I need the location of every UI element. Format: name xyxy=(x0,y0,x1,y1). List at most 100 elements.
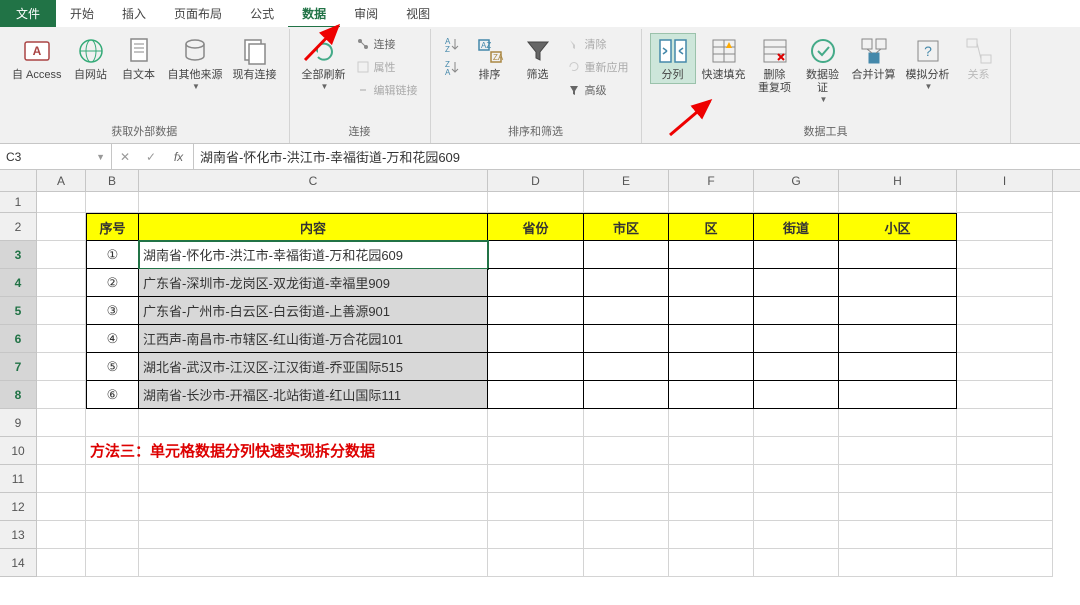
cell-B12[interactable] xyxy=(86,493,139,521)
row-header-6[interactable]: 6 xyxy=(0,325,37,353)
cell-E14[interactable] xyxy=(584,549,669,577)
cell-H10[interactable] xyxy=(839,437,957,465)
name-box[interactable]: C3▼ xyxy=(0,144,112,169)
menu-data[interactable]: 数据 xyxy=(288,0,340,27)
btn-sort-asc[interactable]: AZ xyxy=(439,33,465,55)
menu-home[interactable]: 开始 xyxy=(56,0,108,27)
cell-A8[interactable] xyxy=(37,381,86,409)
cell-I13[interactable] xyxy=(957,521,1053,549)
cell-A6[interactable] xyxy=(37,325,86,353)
cell-C2[interactable]: 内容 xyxy=(139,213,488,241)
cell-D4[interactable] xyxy=(488,269,584,297)
row-header-1[interactable]: 1 xyxy=(0,192,37,213)
btn-refresh-all[interactable]: 全部刷新 ▼ xyxy=(298,33,350,93)
cell-A4[interactable] xyxy=(37,269,86,297)
cell-D14[interactable] xyxy=(488,549,584,577)
cell-A7[interactable] xyxy=(37,353,86,381)
row-header-8[interactable]: 8 xyxy=(0,381,37,409)
cell-B13[interactable] xyxy=(86,521,139,549)
cell-F5[interactable] xyxy=(669,297,754,325)
cell-G12[interactable] xyxy=(754,493,839,521)
cell-A14[interactable] xyxy=(37,549,86,577)
cell-F8[interactable] xyxy=(669,381,754,409)
cell-E11[interactable] xyxy=(584,465,669,493)
cell-G13[interactable] xyxy=(754,521,839,549)
cell-A13[interactable] xyxy=(37,521,86,549)
btn-filter[interactable]: 筛选 xyxy=(515,33,561,84)
cell-B3[interactable]: ① xyxy=(86,241,139,269)
cell-D7[interactable] xyxy=(488,353,584,381)
cell-G8[interactable] xyxy=(754,381,839,409)
cell-B5[interactable]: ③ xyxy=(86,297,139,325)
cell-F10[interactable] xyxy=(669,437,754,465)
btn-connections[interactable]: 连接 xyxy=(352,33,422,55)
btn-edit-links[interactable]: 编辑链接 xyxy=(352,79,422,101)
cells-area[interactable]: 序号内容省份市区区街道小区①湖南省-怀化市-洪江市-幸福街道-万和花园609②广… xyxy=(37,192,1080,577)
cell-H4[interactable] xyxy=(839,269,957,297)
cell-B7[interactable]: ⑤ xyxy=(86,353,139,381)
cell-G3[interactable] xyxy=(754,241,839,269)
cell-C7[interactable]: 湖北省-武汉市-江汉区-江汉街道-乔亚国际515 xyxy=(139,353,488,381)
btn-properties[interactable]: 属性 xyxy=(352,56,422,78)
cell-B10[interactable]: 方法三：单元格数据分列快速实现拆分数据 xyxy=(86,437,139,465)
col-header-H[interactable]: H xyxy=(839,170,957,191)
cell-E7[interactable] xyxy=(584,353,669,381)
cell-C1[interactable] xyxy=(139,192,488,213)
row-header-12[interactable]: 12 xyxy=(0,493,37,521)
row-header-5[interactable]: 5 xyxy=(0,297,37,325)
cell-F4[interactable] xyxy=(669,269,754,297)
col-header-D[interactable]: D xyxy=(488,170,584,191)
cell-C10[interactable] xyxy=(139,437,488,465)
btn-remove-dup[interactable]: 删除 重复项 xyxy=(752,33,798,97)
cell-D2[interactable]: 省份 xyxy=(488,213,584,241)
cell-E6[interactable] xyxy=(584,325,669,353)
cell-B4[interactable]: ② xyxy=(86,269,139,297)
cell-A10[interactable] xyxy=(37,437,86,465)
cell-D11[interactable] xyxy=(488,465,584,493)
fx-icon[interactable]: fx xyxy=(164,144,194,169)
cancel-btn[interactable]: ✕ xyxy=(112,150,138,164)
cell-B1[interactable] xyxy=(86,192,139,213)
row-header-10[interactable]: 10 xyxy=(0,437,37,465)
cell-A2[interactable] xyxy=(37,213,86,241)
col-header-F[interactable]: F xyxy=(669,170,754,191)
cell-F13[interactable] xyxy=(669,521,754,549)
menu-layout[interactable]: 页面布局 xyxy=(160,0,236,27)
cell-C12[interactable] xyxy=(139,493,488,521)
cell-E12[interactable] xyxy=(584,493,669,521)
cell-E5[interactable] xyxy=(584,297,669,325)
cell-F6[interactable] xyxy=(669,325,754,353)
row-header-2[interactable]: 2 xyxy=(0,213,37,241)
btn-advanced[interactable]: 高级 xyxy=(563,79,633,101)
cell-A11[interactable] xyxy=(37,465,86,493)
btn-from-access[interactable]: A 自 Access xyxy=(8,33,66,84)
btn-clear[interactable]: 清除 xyxy=(563,33,633,55)
btn-text-to-columns[interactable]: 分列 xyxy=(650,33,696,84)
cell-E4[interactable] xyxy=(584,269,669,297)
cell-C4[interactable]: 广东省-深圳市-龙岗区-双龙街道-幸福里909 xyxy=(139,269,488,297)
btn-flash-fill[interactable]: 快速填充 xyxy=(698,33,750,84)
btn-from-text[interactable]: 自文本 xyxy=(116,33,162,84)
cell-I3[interactable] xyxy=(957,241,1053,269)
btn-relations[interactable]: 关系 xyxy=(956,33,1002,84)
cell-F14[interactable] xyxy=(669,549,754,577)
cell-A5[interactable] xyxy=(37,297,86,325)
cell-E1[interactable] xyxy=(584,192,669,213)
cell-H11[interactable] xyxy=(839,465,957,493)
row-header-4[interactable]: 4 xyxy=(0,269,37,297)
cell-G7[interactable] xyxy=(754,353,839,381)
col-header-C[interactable]: C xyxy=(139,170,488,191)
cell-D13[interactable] xyxy=(488,521,584,549)
cell-F2[interactable]: 区 xyxy=(669,213,754,241)
cell-B2[interactable]: 序号 xyxy=(86,213,139,241)
cell-H12[interactable] xyxy=(839,493,957,521)
cell-E10[interactable] xyxy=(584,437,669,465)
cell-C6[interactable]: 江西声-南昌市-市辖区-红山街道-万合花园101 xyxy=(139,325,488,353)
cell-H9[interactable] xyxy=(839,409,957,437)
cell-A3[interactable] xyxy=(37,241,86,269)
cell-B6[interactable]: ④ xyxy=(86,325,139,353)
select-all-corner[interactable] xyxy=(0,170,37,191)
menu-insert[interactable]: 插入 xyxy=(108,0,160,27)
btn-sort[interactable]: AZZA 排序 xyxy=(467,33,513,84)
cell-I1[interactable] xyxy=(957,192,1053,213)
